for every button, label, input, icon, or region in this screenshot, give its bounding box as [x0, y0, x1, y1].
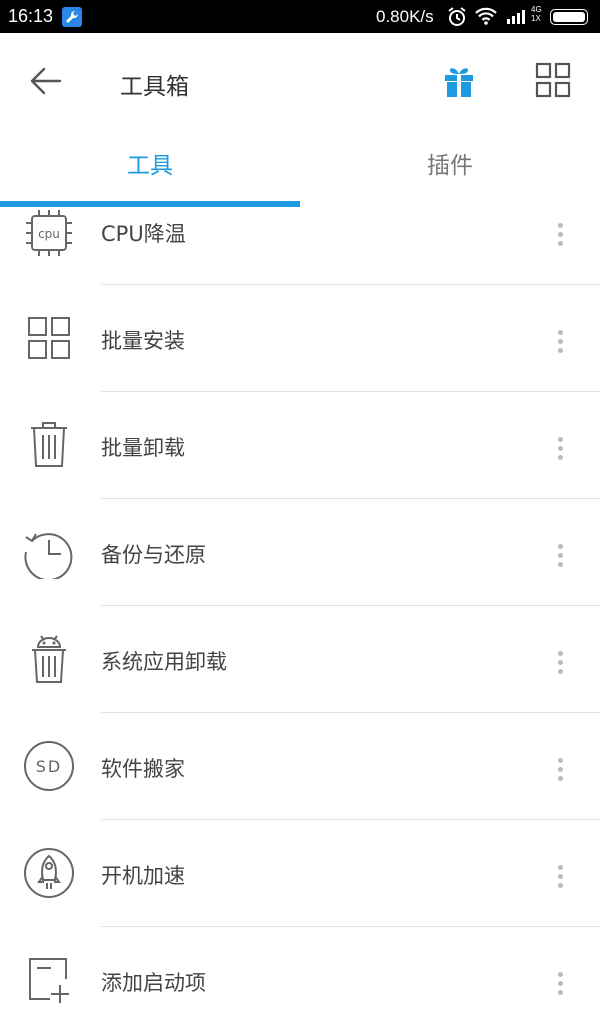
clock-restore-icon	[22, 525, 76, 582]
network-type: 4G 1X	[531, 5, 542, 23]
back-arrow-icon[interactable]	[28, 63, 64, 99]
battery-icon	[550, 9, 588, 25]
more-options-icon[interactable]	[548, 968, 572, 1004]
add-startup-icon	[22, 953, 76, 1007]
more-options-icon[interactable]	[548, 540, 572, 576]
wrench-icon	[62, 7, 82, 27]
app-bar: 工具箱	[0, 33, 600, 128]
list-item-label: CPU降温	[101, 222, 186, 246]
trash-can-icon	[22, 418, 76, 472]
list-item-cpu-cooling[interactable]: cpu CPU降温	[0, 208, 600, 285]
more-options-icon[interactable]	[548, 433, 572, 469]
page-title: 工具箱	[120, 74, 189, 100]
tab-bar: 工具 插件	[0, 128, 600, 208]
list-item-add-startup[interactable]: 添加启动项	[0, 927, 600, 1022]
sd-card-icon: SD	[22, 739, 76, 793]
tab-tools[interactable]: 工具	[0, 128, 300, 204]
more-options-icon[interactable]	[548, 861, 572, 897]
svg-text:SD: SD	[36, 757, 62, 776]
list-item-batch-install[interactable]: 批量安装	[0, 285, 600, 392]
android-trash-icon	[22, 632, 76, 686]
gift-icon[interactable]	[440, 61, 478, 103]
wifi-icon	[474, 6, 498, 31]
list-item-move-apps[interactable]: SD 软件搬家	[0, 713, 600, 820]
list-item-boot-speedup[interactable]: 开机加速	[0, 820, 600, 927]
grid-menu-icon[interactable]	[535, 62, 571, 102]
list-item-label: 开机加速	[101, 864, 185, 888]
list-item-label: 添加启动项	[101, 971, 206, 995]
net-speed: 0.80K/s	[376, 7, 434, 26]
active-tab-indicator	[0, 201, 300, 207]
tab-plugins[interactable]: 插件	[300, 128, 600, 204]
list-item-label: 批量卸载	[101, 436, 185, 460]
status-bar: 16:13 0.80K/s 4G 1X	[0, 0, 600, 33]
tool-list: cpu CPU降温 批量安装 批量卸载 备份与还原 系统应用卸载 SD 软件搬家…	[0, 208, 600, 1022]
list-item-system-app-uninstall[interactable]: 系统应用卸载	[0, 606, 600, 713]
more-options-icon[interactable]	[548, 647, 572, 683]
rocket-icon	[22, 846, 76, 900]
svg-text:cpu: cpu	[38, 227, 60, 241]
more-options-icon[interactable]	[548, 326, 572, 362]
status-time: 16:13	[8, 6, 54, 26]
list-item-label: 备份与还原	[101, 543, 206, 567]
signal-icon	[507, 8, 529, 29]
list-item-label: 批量安装	[101, 329, 185, 353]
list-item-label: 软件搬家	[101, 757, 185, 781]
cpu-chip-icon: cpu	[22, 208, 76, 260]
list-item-label: 系统应用卸载	[101, 650, 227, 674]
more-options-icon[interactable]	[548, 754, 572, 790]
alarm-icon	[446, 6, 468, 33]
list-item-backup-restore[interactable]: 备份与还原	[0, 499, 600, 606]
four-squares-icon	[22, 311, 76, 365]
list-item-batch-uninstall[interactable]: 批量卸载	[0, 392, 600, 499]
more-options-icon[interactable]	[548, 219, 572, 255]
